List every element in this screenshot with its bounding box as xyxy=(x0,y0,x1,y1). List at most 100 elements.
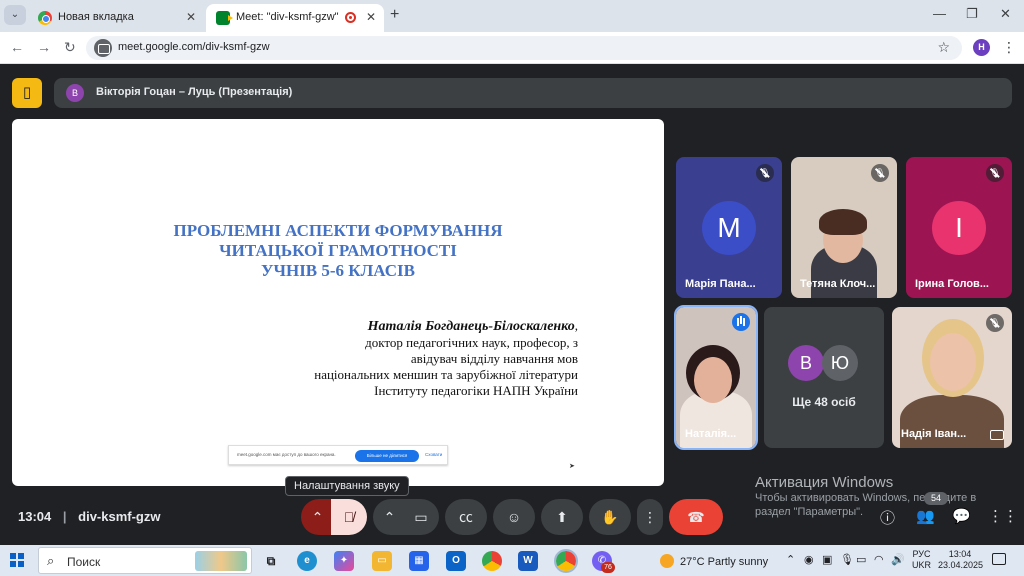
presenter-avatar: В xyxy=(66,84,84,102)
stop-sharing-button[interactable]: Більше не ділитися xyxy=(355,450,419,462)
camera-button[interactable]: ▭ xyxy=(403,499,439,535)
hang-up-icon: ☎ xyxy=(687,509,705,525)
task-view-icon[interactable]: ⧉ xyxy=(261,551,281,571)
weather-text: 27°C Partly sunny xyxy=(680,556,769,568)
word-icon[interactable]: W xyxy=(518,551,538,571)
hide-notice-button[interactable]: Сховати xyxy=(425,452,442,457)
leave-call-button[interactable]: ☎ xyxy=(669,499,723,535)
mouse-cursor-icon: ➤ xyxy=(569,463,575,470)
windows-start-button[interactable] xyxy=(10,553,24,567)
taskbar-clock[interactable]: 13:04 23.04.2025 xyxy=(938,549,984,571)
participant-tile[interactable]: 🎙 Тетяна Клоч... xyxy=(791,157,897,298)
microphone-off-button[interactable]: 🎙̸ xyxy=(331,499,367,535)
more-vert-icon: ⋮ xyxy=(643,509,657,525)
close-tab-icon[interactable]: ✕ xyxy=(366,10,376,24)
taskbar-search-box[interactable]: ⌕ Поиск xyxy=(38,547,252,574)
emoji-icon: ☺ xyxy=(506,509,522,525)
store-icon[interactable]: ▦ xyxy=(409,551,429,571)
chrome-icon[interactable] xyxy=(482,551,502,571)
more-options-button[interactable]: ⋮ xyxy=(637,499,663,535)
participant-avatar: Ю xyxy=(822,345,858,381)
more-participants-tile[interactable]: В Ю Ще 48 осіб xyxy=(764,307,884,448)
browser-tab-strip: ⌄ Новая вкладка ✕ Meet: "div-ksmf-gzw" ✕… xyxy=(0,0,1024,32)
participant-tile[interactable]: 🎙 М Марія Пана... xyxy=(676,157,782,298)
meet-tray-icon[interactable]: ◉ xyxy=(804,553,814,566)
video-options-button[interactable]: ⌃ xyxy=(373,499,406,535)
speaking-indicator-icon xyxy=(732,313,750,331)
input-language[interactable]: РУС UKR xyxy=(912,549,931,571)
slide-title: ПРОБЛЕМНІ АСПЕКТИ ФОРМУВАННЯ ЧИТАЦЬКОЇ Г… xyxy=(12,221,664,281)
search-icon: ⌕ xyxy=(47,553,55,568)
language-line: РУС xyxy=(912,549,931,559)
chrome-menu-icon[interactable]: ⋮ xyxy=(1002,39,1016,56)
forward-button[interactable]: → xyxy=(37,39,51,55)
present-icon: ⬆ xyxy=(556,509,568,525)
wifi-icon[interactable]: ◠ xyxy=(874,553,884,566)
close-window-button[interactable]: ✕ xyxy=(1000,6,1011,22)
audio-options-button[interactable]: ⌃ xyxy=(301,499,334,535)
presenter-label: Вікторія Гоцан – Луць (Презентація) xyxy=(96,86,293,98)
close-tab-icon[interactable]: ✕ xyxy=(186,10,196,24)
tray-overflow-icon[interactable]: ⌃ xyxy=(786,553,795,566)
author-line: Інституту педагогіки НАПН України xyxy=(374,383,578,398)
volume-icon[interactable]: 🔊 xyxy=(891,553,905,566)
reload-button[interactable]: ↻ xyxy=(64,39,76,56)
chat-icon[interactable]: 💬 xyxy=(952,507,971,525)
companion-mode-icon[interactable]: ▯ xyxy=(12,78,42,108)
restore-button[interactable]: ❐ xyxy=(966,6,978,22)
people-icon[interactable]: 👥 xyxy=(916,507,935,525)
raise-hand-button[interactable]: ✋ xyxy=(589,499,631,535)
present-screen-button[interactable]: ⬆ xyxy=(541,499,583,535)
participant-avatar: М xyxy=(702,201,756,255)
presentation-slide: ПРОБЛЕМНІ АСПЕКТИ ФОРМУВАННЯ ЧИТАЦЬКОЇ Г… xyxy=(12,119,664,486)
notifications-icon[interactable] xyxy=(992,553,1006,565)
weather-widget[interactable]: 27°C Partly sunny xyxy=(660,554,768,568)
slide-author-block: Наталія Богданець-Білоскаленко, доктор п… xyxy=(314,318,578,398)
captions-button[interactable]: ㏄ xyxy=(445,499,487,535)
tab-meet[interactable]: Meet: "div-ksmf-gzw" ✕ xyxy=(206,4,384,32)
file-explorer-icon[interactable]: ▭ xyxy=(372,551,392,571)
pin-tile-icon[interactable] xyxy=(990,430,1004,440)
tab-title: Meet: "div-ksmf-gzw" xyxy=(236,11,339,23)
audio-settings-tooltip: Налаштування звуку xyxy=(285,476,409,496)
chrome-profile-icon[interactable] xyxy=(554,549,578,573)
profile-avatar[interactable]: H xyxy=(973,39,990,56)
mic-off-icon: 🎙 xyxy=(871,164,889,182)
participant-name: Тетяна Клоч... xyxy=(800,278,876,290)
reactions-button[interactable]: ☺ xyxy=(493,499,535,535)
chrome-icon xyxy=(38,11,52,25)
tab-title: Новая вкладка xyxy=(58,11,134,23)
camera-tray-icon[interactable]: ▣ xyxy=(822,553,832,566)
copilot-icon[interactable]: ✦ xyxy=(334,551,354,571)
tab-new-tab[interactable]: Новая вкладка ✕ xyxy=(28,4,204,32)
battery-icon[interactable]: ▭ xyxy=(856,553,866,566)
participant-name: Надія Іван... xyxy=(901,428,967,440)
taskbar-date: 23.04.2025 xyxy=(938,560,984,570)
bookmark-star-icon[interactable]: ☆ xyxy=(937,39,950,56)
new-tab-button[interactable]: + xyxy=(390,6,399,24)
hand-icon: ✋ xyxy=(601,509,619,525)
meeting-info: 13:04 | div-ksmf-gzw xyxy=(18,509,160,524)
mic-off-icon: 🎙 xyxy=(986,314,1004,332)
participant-video xyxy=(694,357,732,403)
meeting-details-icon[interactable]: ⓘ xyxy=(880,507,895,528)
activation-line: раздел "Параметры". xyxy=(755,506,864,518)
participant-tile[interactable]: 🎙 Надія Іван... xyxy=(892,307,1012,448)
participant-avatar: В xyxy=(788,345,824,381)
search-placeholder: Поиск xyxy=(67,555,101,569)
participant-tile-speaking[interactable]: Наталія... xyxy=(674,305,758,450)
activities-icon[interactable]: ⋮⋮ xyxy=(988,507,1018,525)
minimize-button[interactable]: — xyxy=(933,6,946,21)
slide-title-line: УЧНІВ 5-6 КЛАСІВ xyxy=(261,261,415,280)
tab-search-button[interactable]: ⌄ xyxy=(4,5,26,25)
microphone-tray-icon[interactable]: 🎙 xyxy=(840,553,854,566)
camera-icon: ▭ xyxy=(414,509,428,525)
edge-icon[interactable]: e xyxy=(297,551,317,571)
site-info-icon[interactable] xyxy=(94,39,112,57)
participant-tile[interactable]: 🎙 І Ірина Голов... xyxy=(906,157,1012,298)
outlook-icon[interactable]: O xyxy=(446,551,466,571)
address-bar[interactable]: meet.google.com/div-ksmf-gzw ☆ xyxy=(86,36,962,60)
author-name: Наталія Богданець-Білоскаленко xyxy=(367,319,575,334)
back-button[interactable]: ← xyxy=(10,39,24,55)
windows-taskbar: ⌕ Поиск ⧉ e ✦ ▭ ▦ O W ✆ 76 27°C Partly s… xyxy=(0,545,1024,576)
